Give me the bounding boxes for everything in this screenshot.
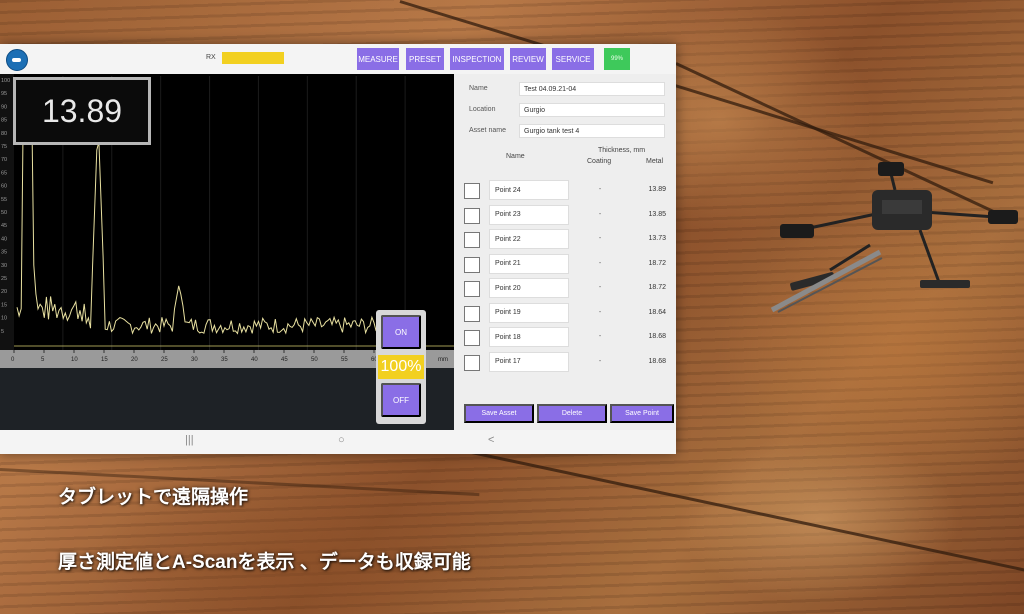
y-tick-label: 95 xyxy=(1,91,7,97)
y-tick-label: 60 xyxy=(1,184,7,190)
y-tick-label: 50 xyxy=(1,210,7,216)
x-tick-label: 20 xyxy=(131,357,138,363)
row-checkbox[interactable] xyxy=(464,305,480,322)
y-tick-label: 80 xyxy=(1,131,7,137)
x-tick-label: 25 xyxy=(161,357,168,363)
name-label: Name xyxy=(469,85,488,92)
metal-value: 13.89 xyxy=(648,186,666,193)
row-checkbox[interactable] xyxy=(464,354,480,371)
location-field[interactable]: Gurgio xyxy=(519,103,665,117)
coating-value: - xyxy=(598,235,602,242)
y-tick-label: 20 xyxy=(1,289,7,295)
tablet-screen: RX MEASURE PRESET INSPECTION REVIEW SERV… xyxy=(0,44,676,454)
y-tick-label: 40 xyxy=(1,236,7,242)
location-label: Location xyxy=(469,106,496,113)
coating-value: - xyxy=(598,210,602,218)
x-tick-label: 50 xyxy=(311,357,318,363)
coating-value: - xyxy=(598,259,602,267)
x-unit-label: mm xyxy=(438,357,448,363)
rx-signal-bar xyxy=(222,52,284,64)
thickness-column-header: Thickness, mm xyxy=(598,147,646,154)
name-field[interactable]: Test 04.09.21-04 xyxy=(519,82,665,96)
gain-value: 100% xyxy=(378,355,424,379)
point-name-field[interactable]: Point 20 xyxy=(489,278,569,298)
asset-name-label: Asset name xyxy=(469,127,506,134)
caption-remote-operation: タブレットで遠隔操作 xyxy=(58,487,249,508)
asset-name-field[interactable]: Gurgio tank test 4 xyxy=(519,124,665,138)
off-button[interactable]: OFF xyxy=(381,383,421,417)
point-name-field[interactable]: Point 21 xyxy=(489,253,569,274)
point-name-field[interactable]: Point 24 xyxy=(489,180,569,200)
metal-value: 18.68 xyxy=(648,333,666,340)
y-tick-label: 45 xyxy=(1,223,7,229)
row-checkbox[interactable] xyxy=(464,207,480,224)
save-asset-button[interactable]: Save Asset xyxy=(464,404,534,423)
metal-value: 13.85 xyxy=(648,210,666,218)
battery-indicator: 99% xyxy=(604,48,630,70)
save-point-button[interactable]: Save Point xyxy=(610,404,674,423)
measure-tab[interactable]: MEASURE xyxy=(357,48,399,70)
coating-value: - xyxy=(598,333,602,340)
y-tick-label: 75 xyxy=(1,144,7,150)
coating-column-header: Coating xyxy=(587,158,612,165)
y-tick-label: 5 xyxy=(1,329,4,335)
y-tick-label: 100 xyxy=(1,78,10,84)
review-tab[interactable]: REVIEW xyxy=(510,48,546,70)
row-checkbox[interactable] xyxy=(464,256,480,273)
inspection-tab[interactable]: INSPECTION xyxy=(450,48,504,70)
y-tick-label: 90 xyxy=(1,104,7,110)
on-button[interactable]: ON xyxy=(381,315,421,349)
caption-ascan-display: 厚さ測定値とA-Scanを表示 、データも収録可能 xyxy=(58,552,471,573)
app-logo-icon xyxy=(6,49,28,71)
row-checkbox[interactable] xyxy=(464,183,480,199)
row-checkbox[interactable] xyxy=(464,330,480,346)
x-tick-label: 30 xyxy=(191,357,198,363)
point-name-field[interactable]: Point 18 xyxy=(489,327,569,347)
rx-label: RX xyxy=(206,54,216,61)
system-nav-bar: ||| ○ < xyxy=(0,430,676,454)
x-tick-label: 35 xyxy=(221,357,228,363)
delete-button[interactable]: Delete xyxy=(537,404,607,423)
metal-value: 18.72 xyxy=(648,284,666,291)
seam-line xyxy=(419,440,1024,572)
drone-image xyxy=(770,162,1018,313)
x-tick-label: 40 xyxy=(251,357,258,363)
top-toolbar: RX MEASURE PRESET INSPECTION REVIEW SERV… xyxy=(0,44,676,74)
y-tick-label: 85 xyxy=(1,118,7,124)
coating-value: - xyxy=(598,186,602,193)
y-tick-label: 70 xyxy=(1,157,7,163)
metal-value: 13.73 xyxy=(648,235,666,242)
x-tick-label: 45 xyxy=(281,357,288,363)
row-checkbox[interactable] xyxy=(464,281,480,297)
name-column-header: Name xyxy=(506,153,525,160)
metal-column-header: Metal xyxy=(646,158,664,165)
point-name-field[interactable]: Point 23 xyxy=(489,204,569,225)
home-button[interactable]: ○ xyxy=(338,434,345,446)
service-tab[interactable]: SERVICE xyxy=(552,48,594,70)
point-name-field[interactable]: Point 22 xyxy=(489,229,569,249)
y-tick-label: 10 xyxy=(1,316,7,322)
thickness-readout: 13.89 xyxy=(13,77,151,145)
row-checkbox[interactable] xyxy=(464,232,480,248)
y-tick-label: 55 xyxy=(1,197,7,203)
y-tick-label: 15 xyxy=(1,302,7,308)
preset-tab[interactable]: PRESET xyxy=(406,48,444,70)
point-name-field[interactable]: Point 17 xyxy=(489,351,569,372)
y-tick-label: 30 xyxy=(1,263,7,269)
recents-button[interactable]: ||| xyxy=(185,434,194,446)
metal-value: 18.72 xyxy=(648,259,666,267)
x-tick-label: 55 xyxy=(341,357,348,363)
metal-value: 18.68 xyxy=(648,357,666,365)
y-tick-label: 65 xyxy=(1,170,7,176)
y-tick-label: 25 xyxy=(1,276,7,282)
point-name-field[interactable]: Point 19 xyxy=(489,302,569,323)
coating-value: - xyxy=(598,357,602,365)
y-tick-label: 35 xyxy=(1,250,7,256)
coating-value: - xyxy=(598,308,602,316)
x-tick-label: 15 xyxy=(101,357,108,363)
metal-value: 18.64 xyxy=(648,308,666,316)
coating-value: - xyxy=(598,284,602,291)
back-button[interactable]: < xyxy=(488,434,494,446)
x-tick-label: 10 xyxy=(71,357,78,363)
